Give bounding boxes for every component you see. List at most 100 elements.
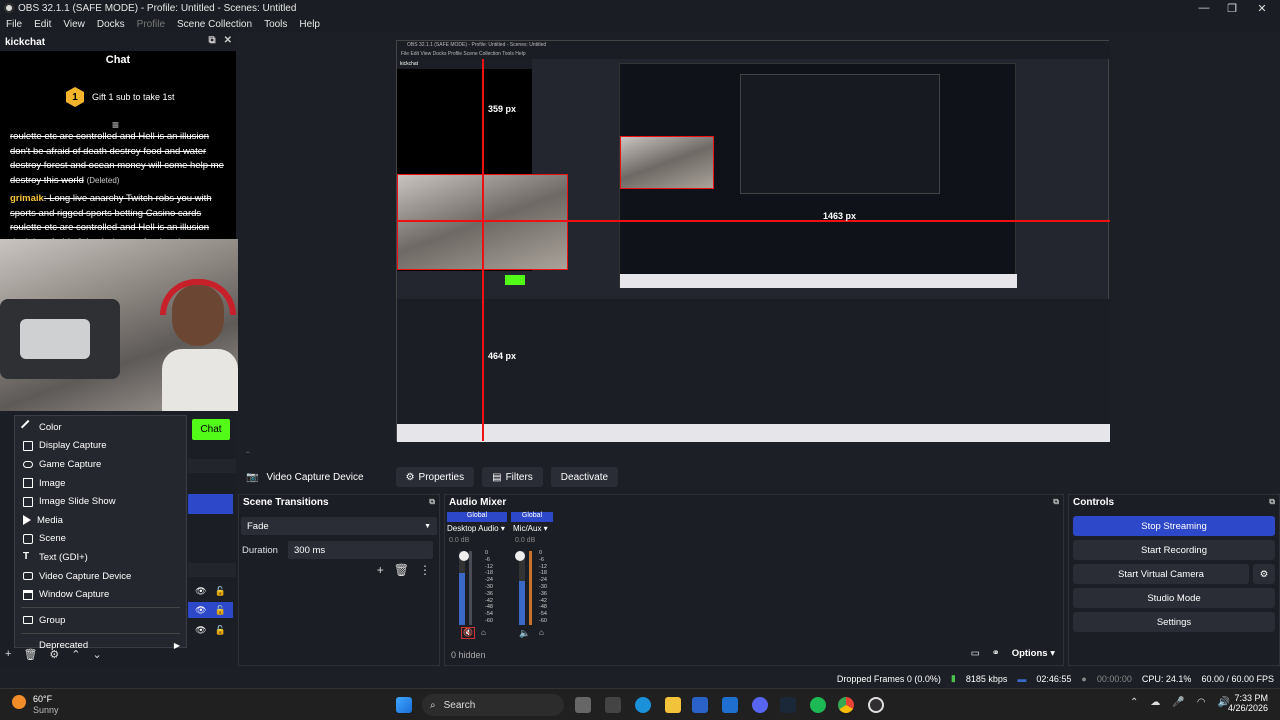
eye-icon[interactable]: 👁 [195,586,206,597]
weather-icon[interactable] [12,695,26,709]
transition-select[interactable]: Fade ▼ [241,517,437,535]
nested-title: OBS 32.1.1 (SAFE MODE) - Profile: Untitl… [397,41,1110,50]
scene-selected[interactable] [188,494,233,514]
studio-mode-button[interactable]: Studio Mode [1073,588,1275,608]
db-tick-label: -42 [485,597,493,604]
layout-icon[interactable]: ▭ [971,648,980,659]
obs-taskbar-icon[interactable] [868,697,884,713]
nested-menu: File Edit View Docks Profile Scene Colle… [397,50,1110,59]
mic-icon[interactable]: 🎤 [1172,697,1184,708]
virtual-camera-gear-icon[interactable]: ⚙ [1253,564,1275,584]
menu-edit[interactable]: Edit [28,19,57,30]
menu-item-color[interactable]: Color [15,418,186,437]
dock-float-icon[interactable]: ⧉ [429,497,435,507]
outlook-icon[interactable] [722,697,738,713]
scene-transitions-dock: Scene Transitions ⧉ Fade ▼ Duration 300 ms… [238,494,440,666]
source-row-selected[interactable]: 👁 🔓 [188,602,233,618]
camera-icon: 📷 [246,471,259,483]
menu-item-game-capture[interactable]: Game Capture [15,455,186,474]
menu-item-group[interactable]: Group [15,611,186,630]
eye-icon[interactable]: 👁 [195,605,206,616]
channel-settings-icon[interactable]: ⌂ [539,628,544,637]
chrome-icon[interactable] [838,697,854,713]
file-explorer-icon[interactable] [665,697,681,713]
channel-settings-icon[interactable]: ⌂ [481,628,486,637]
menu-item-scene[interactable]: Scene [15,530,186,549]
volume-slider-handle[interactable] [459,551,469,561]
menu-profile[interactable]: Profile [131,19,171,30]
menu-bar: File Edit View Docks Profile Scene Colle… [0,16,1280,32]
audio-channel-mic[interactable]: Mic/Aux ▾ [513,524,548,533]
dock-float-icon[interactable]: ⧉ [208,35,215,46]
link-icon[interactable]: ⚭ [992,648,1000,659]
volume-slider-handle[interactable] [515,551,525,561]
zoom-out-icon[interactable]: − [246,450,250,456]
edge-icon[interactable] [635,697,651,713]
obs-logo-icon [4,3,14,13]
clock[interactable]: 7:33 PM 4/26/2026 [1228,693,1268,713]
menu-view[interactable]: View [57,19,91,30]
spotify-icon[interactable] [810,697,826,713]
more-icon[interactable]: ⋮ [419,563,431,577]
source-row[interactable]: 👁 🔓 [188,622,233,638]
eye-icon[interactable]: 👁 [195,625,206,636]
mixer-options-button[interactable]: Options ▾ [1012,648,1055,659]
add-icon[interactable]: + [377,563,384,577]
chat-message: grimaik: Long live anarchy Twitch robs y… [10,193,212,240]
menu-item-window-capture[interactable]: Window Capture [15,585,186,604]
maximize-icon[interactable]: ❐ [1218,0,1246,16]
menu-help[interactable]: Help [293,19,326,30]
menu-item-text[interactable]: T Text (GDI+) [15,548,186,567]
chat-send-button[interactable]: Chat [192,419,230,440]
start-virtual-camera-button[interactable]: Start Virtual Camera [1073,564,1249,584]
dock-close-icon[interactable]: ✕ [224,35,232,46]
lock-icon[interactable]: 🔓 [215,586,226,597]
taskbar-search[interactable]: ⌕ Search [422,694,564,716]
menu-docks[interactable]: Docks [91,19,131,30]
discord-icon[interactable] [752,697,768,713]
menu-item-display-capture[interactable]: Display Capture [15,437,186,456]
menu-tools[interactable]: Tools [258,19,293,30]
db-tick-label: -36 [485,590,493,597]
task-view-icon[interactable] [575,697,591,713]
deactivate-button[interactable]: Deactivate [550,467,619,487]
gift-banner[interactable]: 1 Gift 1 sub to take 1st [66,87,175,107]
start-recording-button[interactable]: Start Recording [1073,540,1275,560]
mute-icon[interactable]: 🔇 [461,627,475,639]
chevron-up-icon[interactable]: ⌃ [1130,697,1138,708]
menu-scene-collection[interactable]: Scene Collection [171,19,258,30]
settings-button[interactable]: Settings [1073,612,1275,632]
menu-item-image[interactable]: Image [15,474,186,493]
trash-icon[interactable]: 🗑 [394,563,409,577]
menu-item-video-capture-device[interactable]: Video Capture Device [15,567,186,586]
preview-zoom-bar[interactable]: − [238,447,1280,459]
store-icon[interactable] [692,697,708,713]
app-icon[interactable] [605,697,621,713]
menu-file[interactable]: File [0,19,28,30]
db-tick-label: -12 [485,563,493,570]
dock-float-icon[interactable]: ⧉ [1269,497,1275,507]
stop-streaming-button[interactable]: Stop Streaming [1073,516,1275,536]
db-tick-label: -12 [539,563,547,570]
lock-icon[interactable]: 🔓 [215,625,226,636]
preview-canvas[interactable]: OBS 32.1.1 (SAFE MODE) - Profile: Untitl… [396,40,1110,442]
windows-start-icon[interactable] [396,697,412,713]
filters-button[interactable]: ▤ Filters [482,467,543,487]
speaker-icon[interactable]: 🔈 [519,628,530,639]
minimize-icon[interactable]: — [1190,0,1218,16]
properties-button[interactable]: ⚙ Properties [395,467,475,487]
onedrive-icon[interactable]: ☁ [1150,697,1160,708]
add-icon[interactable]: + [5,648,11,662]
wifi-icon[interactable]: ◠ [1197,697,1206,708]
menu-item-image-slide-show[interactable]: Image Slide Show [15,492,186,511]
lock-icon[interactable]: 🔓 [215,605,226,616]
close-icon[interactable]: ✕ [1248,0,1276,16]
menu-item-media[interactable]: Media [15,511,186,530]
audio-channel-desktop[interactable]: Desktop Audio ▾ [447,524,505,533]
steam-icon[interactable] [780,697,796,713]
menu-item-deprecated[interactable]: Deprecated ▶ [15,637,186,656]
stream-icon: ▬ [1017,673,1027,684]
duration-spinbox[interactable]: 300 ms [288,541,433,559]
dock-float-icon[interactable]: ⧉ [1053,497,1059,507]
source-row[interactable]: 👁 🔓 [188,583,233,599]
